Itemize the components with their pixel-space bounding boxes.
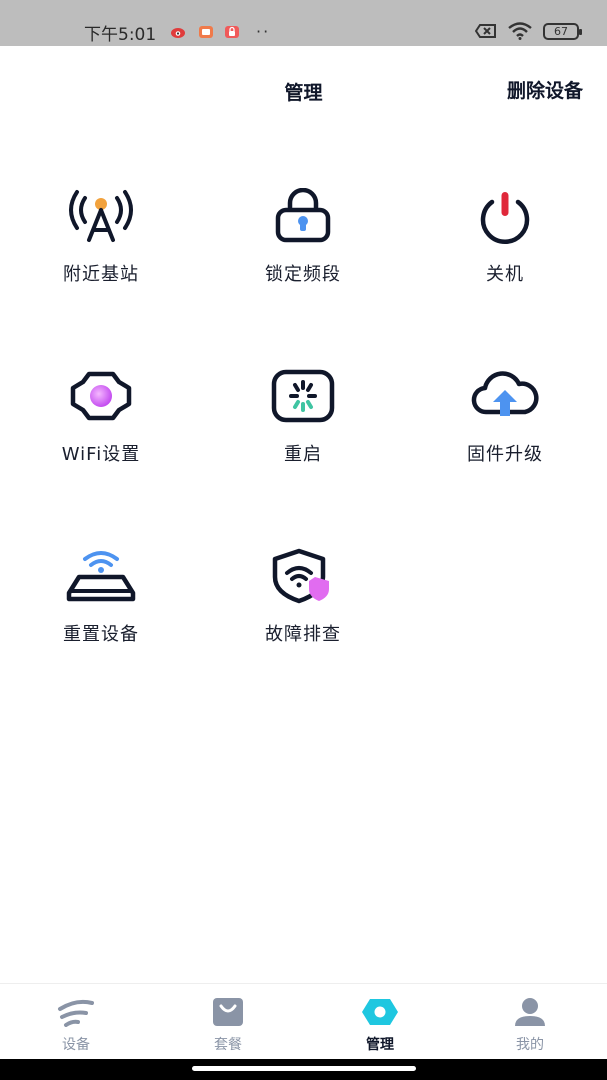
tile-label: WiFi设置: [61, 444, 141, 465]
tile-reset-device[interactable]: 重置设备: [6, 540, 196, 670]
tab-manage[interactable]: 管理: [320, 994, 440, 1054]
manage-hex-icon: [360, 994, 400, 1030]
tile-label: 附近基站: [63, 264, 139, 285]
tab-label: 设备: [62, 1037, 90, 1053]
home-indicator[interactable]: [192, 1066, 416, 1071]
power-icon: [469, 180, 541, 252]
status-time: 下午5:01: [84, 25, 157, 45]
lock-icon: [267, 180, 339, 252]
tab-label: 管理: [366, 1037, 394, 1053]
antenna-tower-icon: [65, 180, 137, 252]
profile-icon: [510, 994, 550, 1030]
status-notification-icons: ··: [170, 22, 270, 41]
tile-restart[interactable]: 重启: [208, 360, 398, 490]
shield-wifi-icon: [267, 540, 339, 612]
lock-notification-icon: [225, 25, 239, 38]
tab-package[interactable]: 套餐: [168, 994, 288, 1054]
tile-label: 重置设备: [63, 624, 139, 645]
status-system-icons: 67: [475, 22, 582, 40]
tile-label: 重启: [284, 444, 322, 465]
app-notification-icon: [199, 25, 213, 38]
wifi-icon: [508, 22, 532, 40]
package-bag-icon: [208, 994, 248, 1030]
tile-nearby-stations[interactable]: 附近基站: [6, 180, 196, 310]
tile-wifi-settings[interactable]: WiFi设置: [6, 360, 196, 490]
battery-indicator: 67: [543, 22, 582, 40]
tile-power-off[interactable]: 关机: [410, 180, 600, 310]
weibo-icon: [171, 27, 185, 38]
status-bar: 下午5:01 ·· 67: [0, 0, 607, 46]
bottom-tab-bar: 设备 套餐 管理 我的: [0, 983, 607, 1059]
tab-label: 套餐: [214, 1037, 242, 1053]
tile-troubleshoot[interactable]: 故障排查: [208, 540, 398, 670]
delete-device-button[interactable]: 删除设备: [507, 76, 583, 103]
device-icon: [56, 994, 96, 1030]
tab-label: 我的: [516, 1037, 544, 1053]
tab-mine[interactable]: 我的: [470, 994, 590, 1054]
tile-lock-band[interactable]: 锁定频段: [208, 180, 398, 310]
no-sim-icon: [475, 24, 496, 38]
tile-label: 关机: [486, 264, 524, 285]
restart-icon: [267, 360, 339, 432]
tab-device[interactable]: 设备: [16, 994, 136, 1054]
more-dots-icon: ··: [256, 22, 271, 41]
tile-label: 锁定频段: [265, 264, 341, 285]
header: 管理 删除设备: [0, 46, 607, 134]
cloud-upload-icon: [469, 360, 541, 432]
system-nav-bar: [0, 1059, 607, 1080]
gear-icon: [65, 360, 137, 432]
tile-firmware-upgrade[interactable]: 固件升级: [410, 360, 600, 490]
tile-label: 固件升级: [467, 444, 543, 465]
tile-label: 故障排查: [265, 624, 341, 645]
router-reset-icon: [65, 540, 137, 612]
